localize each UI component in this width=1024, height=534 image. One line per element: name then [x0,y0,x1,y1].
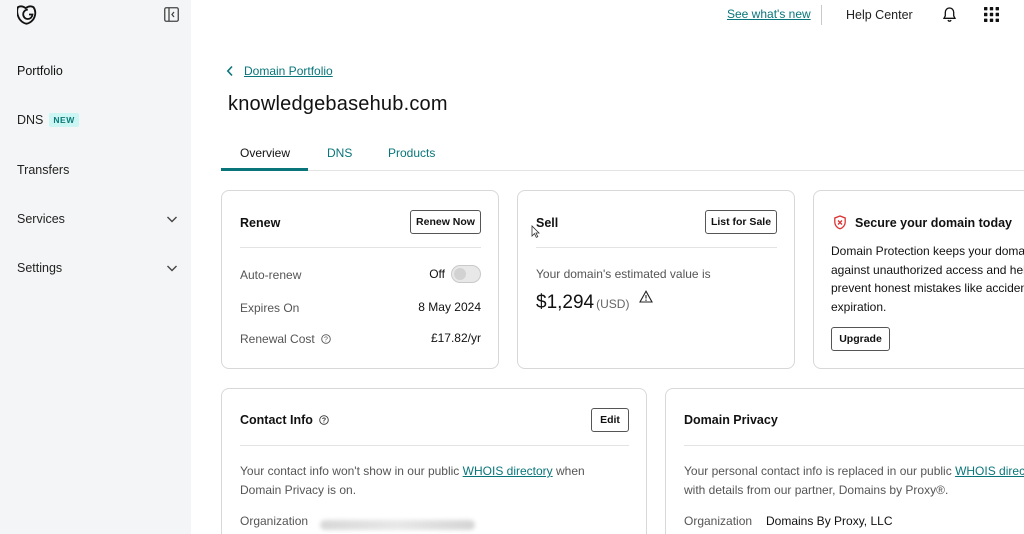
new-badge: NEW [49,113,79,127]
godaddy-logo-icon[interactable] [17,5,39,25]
divider [240,247,481,248]
text-fragment: with details from our partner, Domains b… [684,482,949,497]
organization-label: Organization [240,514,309,528]
breadcrumb-label[interactable]: Domain Portfolio [244,64,333,78]
renew-card: Renew Renew Now Auto-renew Off Expires O… [221,190,499,369]
divider [821,5,822,25]
expires-on-label: Expires On [240,301,300,315]
edit-button[interactable]: Edit [591,408,629,432]
collapse-sidebar-icon[interactable] [164,7,179,22]
svg-text:?: ? [322,418,326,425]
description-line: prevent honest mistakes like acciden [831,281,1024,295]
renew-now-button[interactable]: Renew Now [410,210,481,234]
auto-renew-label: Auto-renew [240,268,302,282]
text-fragment: when [552,464,585,478]
tab-overview[interactable]: Overview [240,146,290,160]
description-line: Domain Protection keeps your doma [831,244,1024,258]
whats-new-link[interactable]: See what's new [727,7,811,21]
auto-renew-toggle[interactable] [451,265,481,283]
whois-directory-link[interactable]: WHOIS director [955,464,1024,478]
card-title: Domain Privacy [684,413,778,427]
warning-icon[interactable] [639,290,653,303]
contact-privacy-text: Your contact info won't show in our publ… [240,462,640,499]
divider [684,445,1024,446]
list-for-sale-button[interactable]: List for Sale [705,210,777,234]
sidebar-item-label: Settings [17,261,63,275]
page-title: knowledgebasehub.com [228,93,448,115]
renewal-cost-row: Renewal Cost ? [240,332,331,346]
info-icon[interactable]: ? [321,334,331,344]
organization-value-redacted [320,516,475,534]
sidebar-item-label: Portfolio [17,64,63,78]
shield-alert-icon [834,215,846,230]
organization-label: Organization [684,514,753,528]
active-tab-indicator [221,168,308,171]
estimate-text: Your domain's estimated value is [536,267,711,281]
chevron-down-icon [167,265,177,272]
privacy-description: Your personal contact info is replaced i… [684,462,1024,499]
card-title: Secure your domain today [855,216,1012,230]
sidebar-item-label: Transfers [17,163,70,177]
renewal-cost-label: Renewal Cost [240,332,315,346]
help-center-link[interactable]: Help Center [846,8,913,22]
description-line: expiration. [831,299,887,314]
description-line: against unauthorized access and hel [831,262,1024,277]
card-title: Renew [240,216,281,230]
text-fragment: Your personal contact info is replaced i… [684,464,956,478]
sidebar-item-label: DNS [17,113,44,127]
upgrade-button[interactable]: Upgrade [831,327,890,351]
sidebar-item-dns[interactable]: DNS NEW [17,110,179,130]
sell-card: Sell List for Sale Your domain's estimat… [517,190,795,369]
secure-description: Domain Protection keeps your doma agains… [831,242,1024,316]
chevron-down-icon [167,216,177,223]
secure-domain-card: Secure your domain today Domain Protecti… [813,190,1024,369]
mouse-cursor-icon [531,225,540,238]
price-value: $1,294 [536,292,595,313]
tab-dns[interactable]: DNS [327,146,352,160]
breadcrumb[interactable]: Domain Portfolio [226,64,333,78]
auto-renew-value: Off [429,267,445,281]
estimated-value: $1,294 (USD) [536,292,629,314]
whois-directory-link[interactable]: WHOIS directory [463,464,553,478]
sidebar-item-settings[interactable]: Settings [17,258,179,278]
tab-products[interactable]: Products [388,146,435,160]
renewal-cost-value: £17.82/yr [430,331,481,345]
divider [240,445,629,446]
info-icon[interactable]: ? [319,415,330,425]
currency-label: (USD) [596,297,630,311]
tab-bar: Overview DNS Products [221,140,1024,171]
contact-info-card: Contact Info ? Edit Your contact info wo… [221,388,647,534]
organization-value: Domains By Proxy, LLC [766,514,893,528]
sidebar-item-portfolio[interactable]: Portfolio [17,61,179,81]
toggle-knob [454,268,466,280]
text-fragment: Your contact info won't show in our publ… [240,464,463,478]
contact-info-title-row: Contact Info ? [240,413,330,427]
sidebar-item-transfers[interactable]: Transfers [17,160,179,180]
expires-on-value: 8 May 2024 [418,300,481,314]
divider [536,247,777,248]
chevron-left-icon [226,65,233,77]
sidebar: Portfolio DNS NEW Transfers Services Set… [0,0,191,534]
apps-grid-icon[interactable] [984,7,999,22]
sidebar-item-label: Services [17,212,65,226]
sidebar-item-services[interactable]: Services [17,209,179,229]
card-title: Contact Info [240,413,313,427]
svg-text:?: ? [324,337,328,344]
domain-privacy-card: Domain Privacy Your personal contact inf… [665,388,1024,534]
bell-icon[interactable] [941,6,958,23]
text-fragment: Domain Privacy is on. [240,482,357,497]
